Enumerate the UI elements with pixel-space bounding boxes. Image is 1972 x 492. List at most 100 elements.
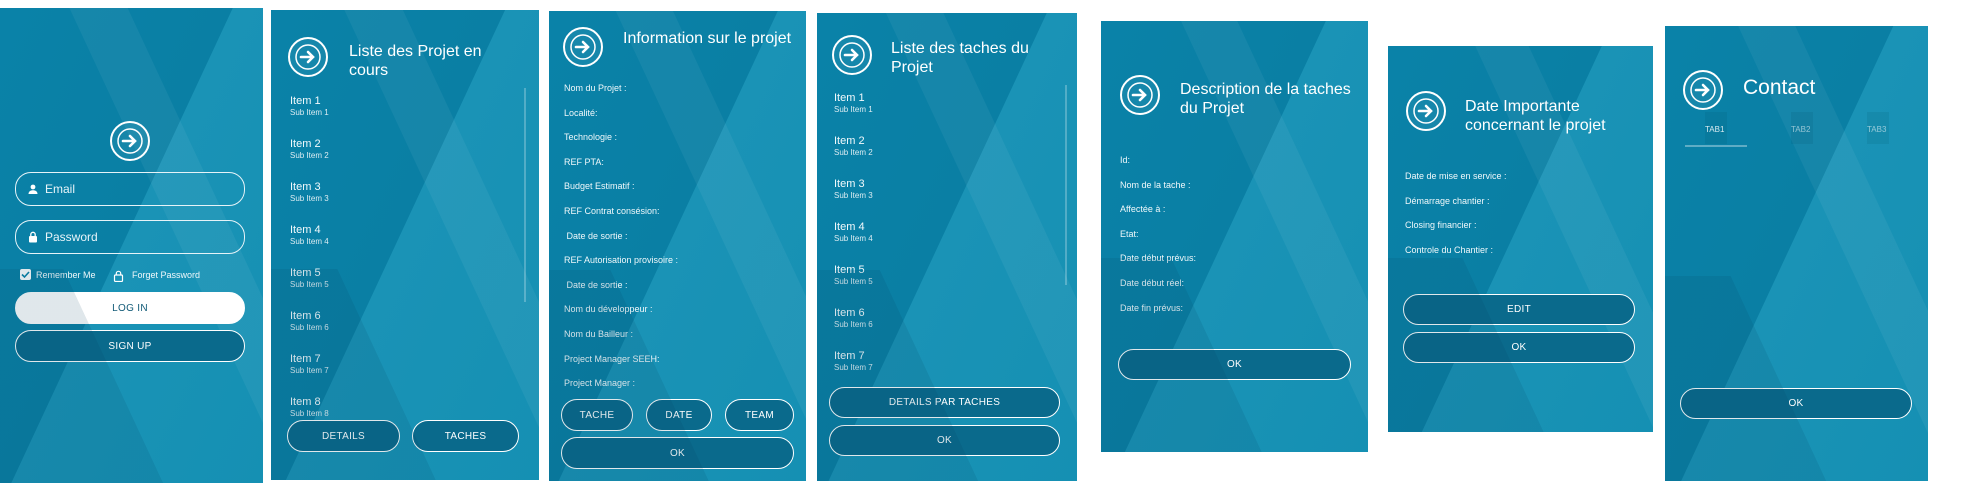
ok-button[interactable]: OK bbox=[561, 437, 794, 469]
list-item-sublabel: Sub Item 4 bbox=[834, 234, 873, 243]
list-item-label: Item 5 bbox=[290, 267, 321, 279]
tab-3[interactable]: TAB3 bbox=[1867, 125, 1886, 134]
list-item-sublabel: Sub Item 5 bbox=[290, 280, 329, 289]
page-title: Liste des Projet en cours bbox=[349, 43, 482, 79]
list-item[interactable]: Item 5 Sub Item 5 bbox=[834, 264, 873, 287]
list-item-label: Item 3 bbox=[290, 181, 321, 193]
login-button[interactable]: LOG IN bbox=[15, 292, 245, 324]
team-button[interactable]: TEAM bbox=[725, 399, 794, 431]
list-item-sublabel: Sub Item 3 bbox=[290, 194, 329, 203]
date-button[interactable]: DATE bbox=[646, 399, 712, 431]
password-field[interactable]: Password bbox=[15, 220, 245, 254]
list-item-label: Item 7 bbox=[834, 350, 865, 362]
remember-me-label: Remember Me bbox=[36, 270, 96, 280]
field-label: Budget Estimatif : bbox=[564, 181, 635, 192]
details-par-taches-button[interactable]: DETAILS PAR TACHES bbox=[829, 387, 1060, 418]
tab-1[interactable]: TAB1 bbox=[1705, 125, 1724, 134]
field-label: Affectée à : bbox=[1120, 204, 1166, 215]
contact-screen: Contact TAB1 TAB2 TAB3 OK bbox=[1665, 26, 1928, 481]
lock-icon bbox=[27, 231, 39, 243]
details-button[interactable]: DETAILS bbox=[287, 420, 400, 452]
project-list-screen: Liste des Projet en cours Item 1 Sub Item… bbox=[271, 10, 539, 480]
list-item[interactable]: Item 2 Sub Item 2 bbox=[834, 135, 873, 158]
list-item-sublabel: Sub Item 6 bbox=[290, 323, 329, 332]
ok-button[interactable]: OK bbox=[829, 425, 1060, 456]
list-item-sublabel: Sub Item 8 bbox=[290, 409, 329, 418]
app-logo-icon bbox=[1120, 75, 1160, 115]
field-label: Date début réel: bbox=[1120, 278, 1185, 288]
list-item[interactable]: Item 2 Sub Item 2 bbox=[290, 138, 329, 161]
project-info-screen: Information sur le projet Nom du Projet … bbox=[549, 11, 806, 481]
field-label: REF PTA: bbox=[564, 156, 604, 167]
list-item-sublabel: Sub Item 4 bbox=[290, 237, 329, 246]
taches-button[interactable]: TACHES bbox=[412, 420, 519, 452]
signup-button[interactable]: SIGN UP bbox=[15, 330, 245, 362]
field-label: Date de sortie : bbox=[564, 279, 628, 290]
list-item-sublabel: Sub Item 1 bbox=[834, 105, 873, 114]
field-label: Date début prévus: bbox=[1120, 253, 1197, 264]
page-title: Liste des taches du Projet bbox=[891, 40, 1029, 76]
list-item[interactable]: Item 7 Sub Item 7 bbox=[290, 353, 329, 376]
scrollbar[interactable] bbox=[1065, 85, 1067, 285]
email-field[interactable]: Email bbox=[15, 172, 245, 206]
task-description-screen: Description de la taches du Projet Id: No… bbox=[1101, 21, 1368, 452]
list-item[interactable]: Item 5 Sub Item 5 bbox=[290, 267, 329, 290]
field-label: Etat: bbox=[1120, 228, 1139, 239]
remember-me-checkbox[interactable] bbox=[20, 269, 31, 280]
list-item[interactable]: Item 3 Sub Item 3 bbox=[834, 178, 873, 201]
task-list-screen: Liste des taches du Projet Item 1 Sub Ite… bbox=[817, 13, 1077, 481]
tache-button[interactable]: TACHE bbox=[561, 399, 633, 431]
field-label: Nom du développeur : bbox=[564, 304, 653, 315]
list-item[interactable]: Item 4 Sub Item 4 bbox=[834, 221, 873, 244]
list-item[interactable]: Item 4 Sub Item 4 bbox=[290, 224, 329, 247]
list-item-label: Item 6 bbox=[290, 310, 321, 322]
page-title: Contact bbox=[1743, 76, 1816, 99]
field-label: REF Contrat consésion: bbox=[564, 206, 660, 216]
list-item[interactable]: Item 1 Sub Item 1 bbox=[290, 95, 329, 118]
list-item[interactable]: Item 8 Sub Item 8 bbox=[290, 396, 329, 419]
list-item-sublabel: Sub Item 2 bbox=[290, 151, 329, 160]
list-item[interactable]: Item 1 Sub Item 1 bbox=[834, 92, 873, 115]
forget-password-lock-icon bbox=[113, 269, 124, 283]
ok-button[interactable]: OK bbox=[1680, 388, 1912, 419]
list-item-label: Item 1 bbox=[834, 92, 865, 104]
field-label: Project Manager : bbox=[564, 378, 636, 389]
field-label: Date fin prévus: bbox=[1120, 302, 1184, 313]
ok-button[interactable]: OK bbox=[1403, 332, 1635, 363]
app-logo-icon bbox=[110, 121, 150, 161]
forget-password-link[interactable]: Forget Password bbox=[132, 270, 200, 280]
list-item-label: Item 8 bbox=[290, 396, 321, 408]
field-label: Démarrage chantier : bbox=[1405, 195, 1490, 206]
list-item-label: Item 4 bbox=[290, 224, 321, 236]
list-item-label: Item 2 bbox=[290, 138, 321, 150]
tab-underline bbox=[1685, 145, 1747, 147]
list-item-label: Item 7 bbox=[290, 353, 321, 365]
ok-button[interactable]: OK bbox=[1118, 349, 1351, 380]
list-item-sublabel: Sub Item 7 bbox=[834, 363, 873, 372]
app-logo-icon bbox=[1683, 70, 1723, 110]
list-item-label: Item 2 bbox=[834, 135, 865, 147]
field-label: Id: bbox=[1120, 155, 1131, 165]
list-item[interactable]: Item 3 Sub Item 3 bbox=[290, 181, 329, 204]
email-placeholder: Email bbox=[45, 182, 76, 196]
tab-2[interactable]: TAB2 bbox=[1791, 125, 1810, 134]
app-logo-icon bbox=[288, 37, 328, 77]
app-logo-icon bbox=[563, 27, 603, 67]
list-item[interactable]: Item 6 Sub Item 6 bbox=[834, 307, 873, 330]
edit-button[interactable]: EDIT bbox=[1403, 294, 1635, 325]
field-label: Date de sortie : bbox=[564, 230, 628, 241]
app-logo-icon bbox=[1406, 91, 1446, 131]
list-item-sublabel: Sub Item 3 bbox=[834, 191, 873, 200]
field-label: Closing financier : bbox=[1405, 220, 1477, 231]
list-item-label: Item 6 bbox=[834, 307, 865, 319]
list-item-label: Item 3 bbox=[834, 178, 865, 190]
password-placeholder: Password bbox=[45, 230, 98, 244]
list-item-sublabel: Sub Item 7 bbox=[290, 366, 329, 375]
scrollbar[interactable] bbox=[524, 88, 526, 302]
important-dates-screen: Date Importante concernant le projet Dat… bbox=[1388, 46, 1653, 432]
field-label: Nom du Bailleur : bbox=[564, 329, 634, 339]
list-item[interactable]: Item 7 Sub Item 7 bbox=[834, 350, 873, 373]
field-label: Date de mise en service : bbox=[1405, 171, 1507, 181]
list-item[interactable]: Item 6 Sub Item 6 bbox=[290, 310, 329, 333]
login-screen: Email Password Remember Me Forget Passwo… bbox=[0, 8, 263, 483]
